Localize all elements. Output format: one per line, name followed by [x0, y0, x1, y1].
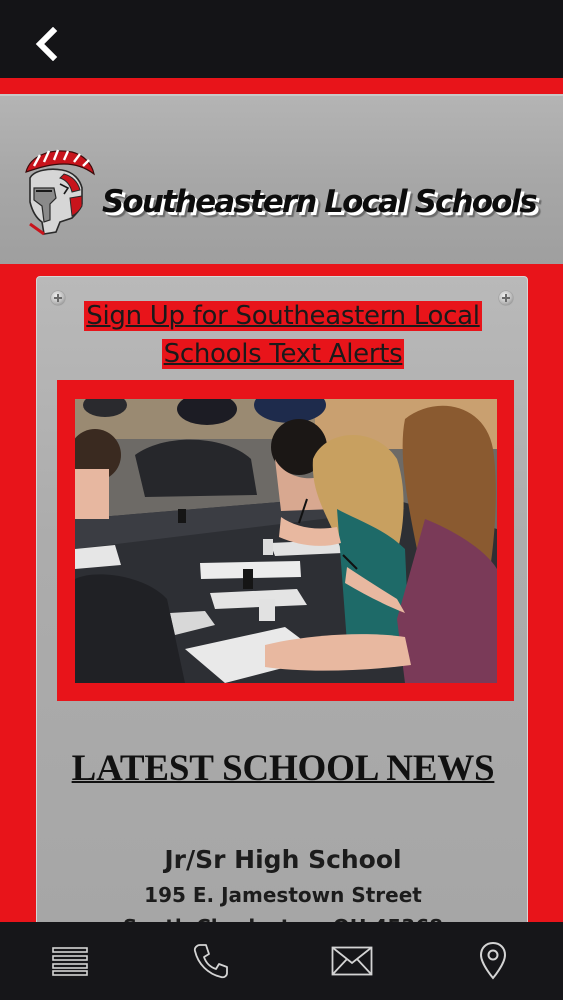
back-button[interactable] [24, 22, 68, 66]
content-card: Sign Up for Southeastern Local Schools T… [36, 276, 529, 939]
banner-title: Southeastern Local Schools [102, 184, 538, 220]
text-alert-signup: Sign Up for Southeastern Local Schools T… [37, 297, 529, 373]
bottom-navigation [0, 922, 563, 1000]
school-banner: Southeastern Local Schools [0, 94, 563, 264]
location-button[interactable] [463, 931, 523, 991]
menu-button[interactable] [40, 931, 100, 991]
location-pin-icon [479, 941, 506, 980]
phone-icon [194, 944, 229, 979]
classroom-photo-illustration [75, 399, 497, 683]
spartan-helmet-logo [25, 149, 95, 236]
email-button[interactable] [322, 931, 382, 991]
app-screen: Southeastern Local Schools Sign Up for S… [0, 0, 563, 1000]
menu-icon [52, 947, 89, 976]
latest-news-heading[interactable]: LATEST SCHOOL NEWS [37, 747, 529, 790]
photo-frame [57, 380, 514, 701]
mail-icon [331, 946, 373, 976]
phone-button[interactable] [181, 931, 241, 991]
chevron-left-icon [35, 27, 58, 61]
top-bar [0, 0, 563, 78]
header-divider [0, 78, 563, 94]
text-alert-signup-link[interactable]: Sign Up for Southeastern Local Schools T… [84, 301, 482, 369]
students-drawing-photo [75, 399, 497, 683]
school-name: Jr/Sr High School [164, 845, 402, 874]
school-street-address: 195 E. Jamestown Street [144, 883, 422, 907]
